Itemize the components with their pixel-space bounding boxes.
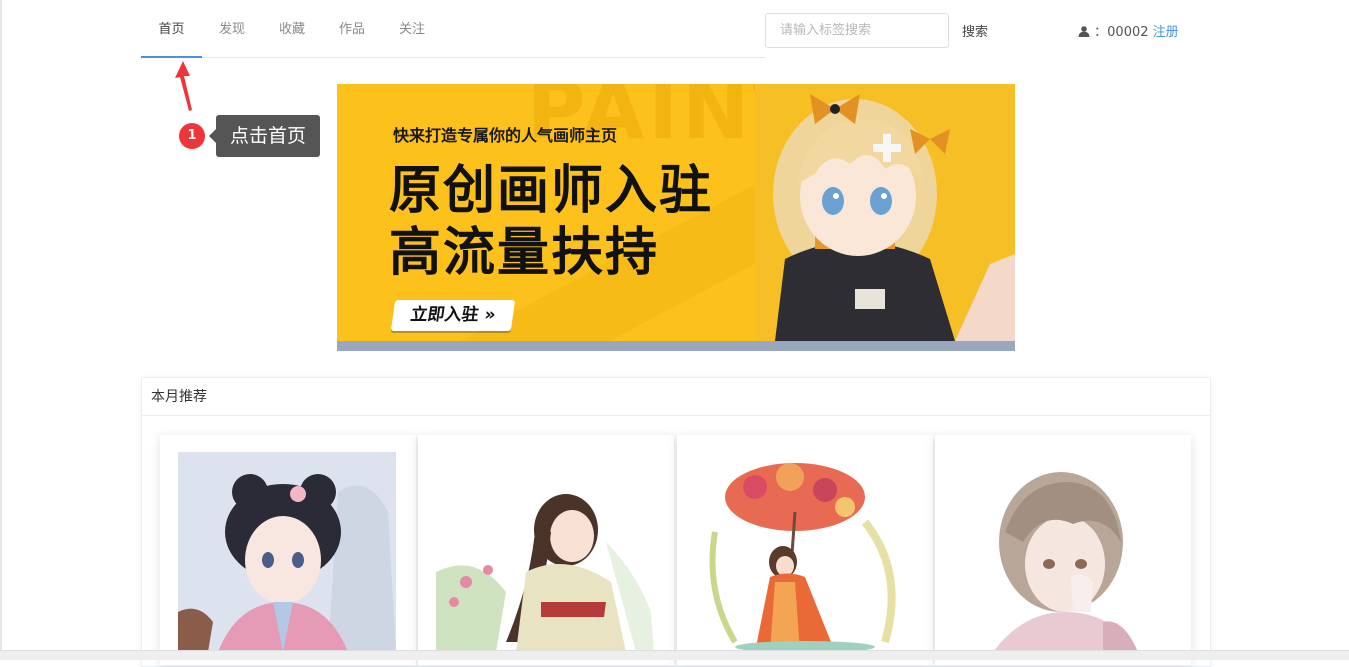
- left-border: [0, 0, 2, 650]
- nav-discover[interactable]: 发现: [202, 0, 262, 57]
- search-input[interactable]: [765, 13, 949, 48]
- artwork-girl-short-hair-image: [953, 452, 1171, 652]
- promo-banner[interactable]: PAINT 快来打造专属你的人气画师主页 原创画师入驻 高流量扶持 立即入驻 »: [337, 84, 1015, 351]
- recommend-title: 本月推荐: [142, 378, 1210, 416]
- register-link[interactable]: 注册: [1153, 25, 1179, 40]
- artwork-girl-cream-hanfu-image: [436, 452, 654, 652]
- nav-following[interactable]: 关注: [382, 0, 442, 57]
- user-separator: ：: [1094, 25, 1108, 40]
- nav-home[interactable]: 首页: [141, 0, 202, 58]
- recommend-card-1[interactable]: [160, 435, 416, 665]
- banner-subtitle: 快来打造专属你的人气画师主页: [393, 126, 618, 145]
- nav-favorites[interactable]: 收藏: [262, 0, 322, 57]
- nav-works[interactable]: 作品: [322, 0, 382, 57]
- artwork-girl-flower-umbrella-image: [695, 452, 913, 652]
- banner-title-line2: 高流量扶持: [389, 223, 660, 283]
- user-icon: [1078, 25, 1094, 40]
- user-info: ：00002 注册: [1078, 21, 1179, 40]
- top-nav: 首页 发现 收藏 作品 关注: [141, 0, 765, 58]
- anime-girl-illustration: [755, 84, 1015, 341]
- monthly-recommend-panel: 本月推荐: [141, 377, 1211, 667]
- banner-footer-bar: [337, 341, 1015, 351]
- recommend-card-4[interactable]: [935, 435, 1191, 665]
- artwork-girl-pink-hanfu-image: [178, 452, 396, 652]
- horizontal-scrollbar[interactable]: [0, 650, 1349, 660]
- user-id: 00002: [1107, 25, 1149, 40]
- recommend-card-3[interactable]: [677, 435, 933, 665]
- search-button[interactable]: 搜索: [962, 21, 988, 40]
- join-now-button[interactable]: 立即入驻 »: [390, 300, 516, 331]
- recommend-card-2[interactable]: [418, 435, 674, 665]
- annotation-tooltip: 点击首页: [209, 115, 320, 157]
- step-marker: 1: [179, 123, 205, 149]
- annotation-arrow-icon: [175, 61, 192, 111]
